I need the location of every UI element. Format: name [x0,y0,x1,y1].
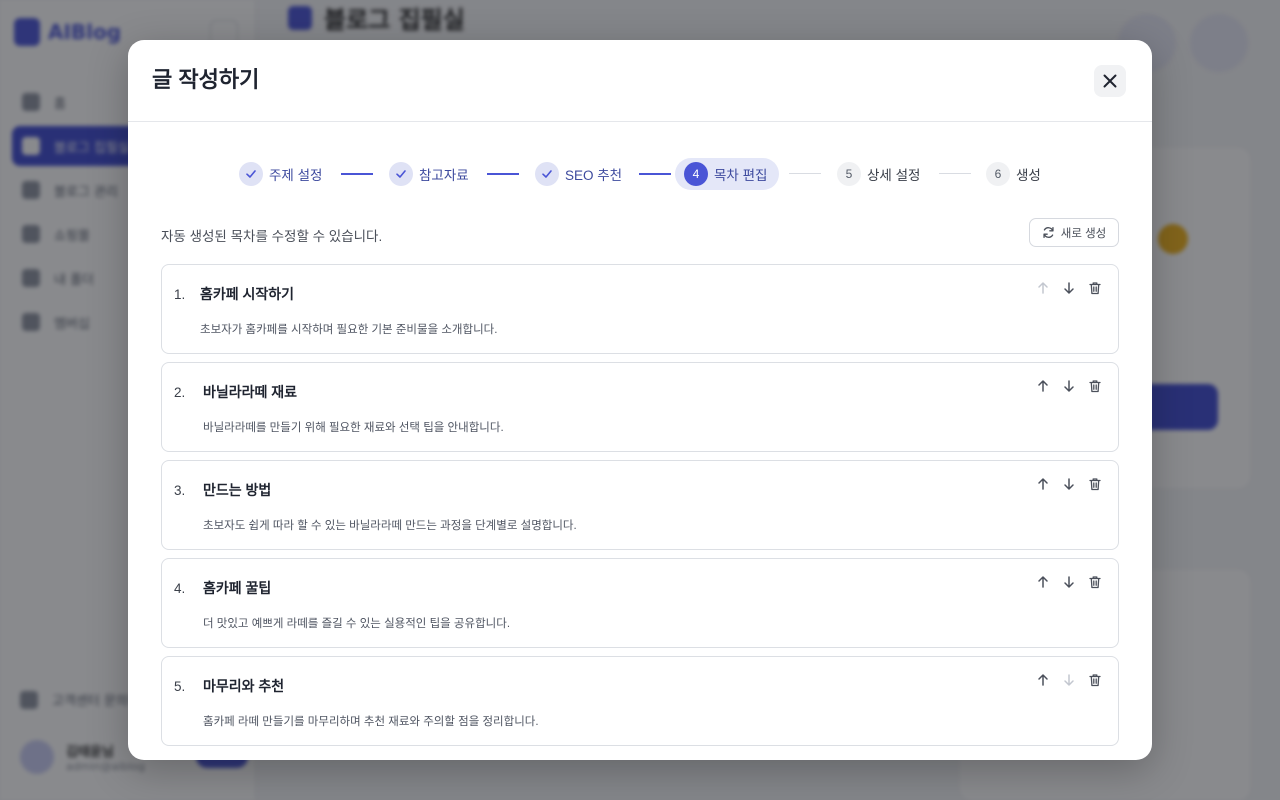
arrow-down-icon [1064,282,1074,294]
delete-button[interactable] [1086,573,1104,591]
close-button[interactable] [1094,65,1126,97]
step-connector [639,173,671,175]
toc-description[interactable]: 초보자도 쉽게 따라 할 수 있는 바닐라라떼 만드는 과정을 단계별로 설명합… [203,517,577,533]
arrow-up-icon [1038,674,1048,686]
delete-button[interactable] [1086,377,1104,395]
toc-toolbar: 자동 생성된 목차를 수정할 수 있습니다. 새로 생성 [161,218,1119,248]
step-label: 목차 편집 [714,168,768,183]
toc-actions [1034,573,1104,591]
delete-button[interactable] [1086,671,1104,689]
refresh-icon [1043,227,1054,238]
stepper: 주제 설정 참고자료 SEO 추천 4 목차 편집 5 상세 설정 6 생성 [128,158,1152,190]
move-up-button[interactable] [1034,475,1052,493]
check-icon [535,162,559,186]
toc-title[interactable]: 홈카페 시작하기 [200,284,294,304]
move-down-button[interactable] [1060,279,1078,297]
toc-number: 4. [174,581,186,596]
step-number: 4 [684,162,708,186]
toc-item[interactable]: 2. 바닐라라떼 재료 바닐라라떼를 만들기 위해 필요한 재료와 선택 팁을 … [161,362,1119,452]
trash-icon [1089,576,1101,589]
toc-description[interactable]: 더 맛있고 예쁘게 라떼를 즐길 수 있는 실용적인 팁을 공유합니다. [203,615,510,631]
step-label: 참고자료 [419,168,469,183]
step-connector [939,173,971,174]
toc-item[interactable]: 3. 만드는 방법 초보자도 쉽게 따라 할 수 있는 바닐라라떼 만드는 과정… [161,460,1119,550]
modal-header: 글 작성하기 [128,40,1152,122]
toc-description[interactable]: 초보자가 홈카페를 시작하며 필요한 기본 준비물을 소개합니다. [200,321,497,337]
check-icon [389,162,413,186]
step-label: 주제 설정 [269,168,323,183]
move-up-button[interactable] [1034,377,1052,395]
arrow-down-icon [1064,674,1074,686]
toc-item[interactable]: 5. 마무리와 추천 홈카페 라떼 만들기를 마무리하며 추천 재료와 주의할 … [161,656,1119,746]
step-seo[interactable]: SEO 추천 [535,158,622,190]
instructions-text: 자동 생성된 목차를 수정할 수 있습니다. [161,229,383,244]
toc-number: 3. [174,483,186,498]
step-generate[interactable]: 6 생성 [986,158,1041,190]
toc-actions [1034,377,1104,395]
step-details[interactable]: 5 상세 설정 [837,158,920,190]
step-number: 5 [837,162,861,186]
step-connector [341,173,373,175]
step-toc-edit[interactable]: 4 목차 편집 [675,158,780,190]
arrow-up-icon [1038,282,1048,294]
modal-title: 글 작성하기 [152,67,260,92]
toc-number: 5. [174,679,186,694]
arrow-down-icon [1064,576,1074,588]
toc-actions [1034,279,1104,297]
step-label: 생성 [1016,168,1041,183]
write-post-modal: 글 작성하기 주제 설정 참고자료 SEO 추천 4 목차 편집 5 상세 설정 [128,40,1152,760]
move-up-button[interactable] [1034,279,1052,297]
toc-title[interactable]: 마무리와 추천 [203,676,284,696]
regenerate-button[interactable]: 새로 생성 [1029,218,1119,247]
toc-description[interactable]: 바닐라라떼를 만들기 위해 필요한 재료와 선택 팁을 안내합니다. [203,419,504,435]
step-references[interactable]: 참고자료 [389,158,469,190]
toc-list: 1. 홈카페 시작하기 초보자가 홈카페를 시작하며 필요한 기본 준비물을 소… [161,264,1119,754]
toc-title[interactable]: 바닐라라떼 재료 [203,382,297,402]
move-up-button[interactable] [1034,671,1052,689]
toc-number: 2. [174,385,186,400]
arrow-up-icon [1038,576,1048,588]
step-connector [789,173,821,174]
move-down-button[interactable] [1060,475,1078,493]
toc-item[interactable]: 4. 홈카페 꿀팁 더 맛있고 예쁘게 라떼를 즐길 수 있는 실용적인 팁을 … [161,558,1119,648]
trash-icon [1089,478,1101,491]
toc-title[interactable]: 만드는 방법 [203,480,271,500]
step-connector [487,173,519,175]
arrow-up-icon [1038,478,1048,490]
move-down-button[interactable] [1060,671,1078,689]
regenerate-label: 새로 생성 [1060,227,1107,240]
delete-button[interactable] [1086,279,1104,297]
toc-title[interactable]: 홈카페 꿀팁 [203,578,271,598]
check-icon [239,162,263,186]
toc-item[interactable]: 1. 홈카페 시작하기 초보자가 홈카페를 시작하며 필요한 기본 준비물을 소… [161,264,1119,354]
arrow-down-icon [1064,478,1074,490]
move-down-button[interactable] [1060,573,1078,591]
step-label: 상세 설정 [867,168,921,183]
toc-description[interactable]: 홈카페 라떼 만들기를 마무리하며 추천 재료와 주의할 점을 정리합니다. [203,713,539,729]
step-number: 6 [986,162,1010,186]
delete-button[interactable] [1086,475,1104,493]
toc-actions [1034,671,1104,689]
close-icon [1103,74,1117,88]
trash-icon [1089,282,1101,295]
arrow-down-icon [1064,380,1074,392]
move-up-button[interactable] [1034,573,1052,591]
step-topic[interactable]: 주제 설정 [239,158,322,190]
step-label: SEO 추천 [565,168,623,183]
trash-icon [1089,674,1101,687]
toc-actions [1034,475,1104,493]
arrow-up-icon [1038,380,1048,392]
toc-number: 1. [174,287,186,302]
trash-icon [1089,380,1101,393]
move-down-button[interactable] [1060,377,1078,395]
